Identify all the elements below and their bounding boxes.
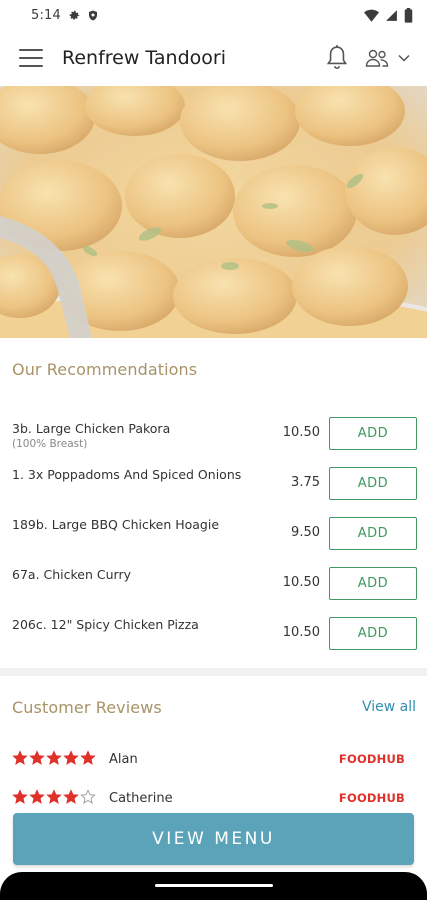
star-filled-icon — [80, 750, 96, 765]
reviews-title: Customer Reviews — [12, 698, 162, 717]
star-filled-icon — [63, 750, 79, 765]
item-price: 10.50 — [282, 575, 320, 590]
status-time: 5:14 — [31, 7, 61, 23]
add-button[interactable]: ADD — [329, 617, 417, 650]
item-name: 1. 3x Poppadoms And Spiced Onions — [12, 467, 242, 482]
battery-icon — [404, 7, 413, 23]
system-nav-bar — [0, 872, 427, 900]
review-row: Catherine FOODHUB — [0, 789, 427, 811]
list-item: 189b. Large BBQ Chicken Hoagie 9.50 ADD — [0, 515, 427, 551]
item-subtitle: (100% Breast) — [12, 438, 88, 450]
foodhub-logo: FOODHUB — [338, 791, 405, 805]
star-empty-icon — [80, 789, 96, 804]
star-filled-icon — [12, 750, 28, 765]
item-name: 67a. Chicken Curry — [12, 567, 131, 582]
wifi-icon — [364, 9, 379, 22]
review-row: Alan FOODHUB — [0, 750, 427, 772]
view-menu-button[interactable]: VIEW MENU — [13, 813, 414, 865]
item-price: 10.50 — [282, 625, 320, 640]
item-name: 3b. Large Chicken Pakora — [12, 421, 171, 436]
app-title: Renfrew Tandoori — [62, 47, 226, 69]
hamburger-menu-icon[interactable] — [19, 49, 43, 67]
profile-icon — [365, 49, 389, 67]
home-gesture-handle[interactable] — [155, 884, 273, 887]
recommendations-title: Our Recommendations — [12, 360, 198, 379]
reviewer-name: Alan — [109, 752, 138, 767]
item-price: 9.50 — [291, 525, 320, 540]
star-filled-icon — [63, 789, 79, 804]
star-filled-icon — [46, 789, 62, 804]
item-name: 206c. 12" Spicy Chicken Pizza — [12, 617, 199, 632]
add-button[interactable]: ADD — [329, 417, 417, 450]
add-button[interactable]: ADD — [329, 567, 417, 600]
list-item: 67a. Chicken Curry 10.50 ADD — [0, 565, 427, 601]
list-item: 206c. 12" Spicy Chicken Pizza 10.50 ADD — [0, 615, 427, 651]
gear-icon — [69, 10, 80, 20]
star-filled-icon — [29, 750, 45, 765]
item-price: 10.50 — [282, 425, 320, 440]
profile-menu[interactable] — [364, 48, 410, 68]
list-item: 3b. Large Chicken Pakora (100% Breast) 1… — [0, 415, 427, 451]
star-rating — [12, 750, 96, 766]
star-rating — [12, 789, 96, 805]
section-divider — [0, 668, 427, 676]
star-filled-icon — [12, 789, 28, 804]
status-bar: 5:14 — [0, 0, 427, 30]
item-price: 3.75 — [291, 475, 320, 490]
chevron-down-icon — [398, 54, 410, 62]
add-button[interactable]: ADD — [329, 467, 417, 500]
signal-icon — [386, 9, 397, 21]
list-item: 1. 3x Poppadoms And Spiced Onions 3.75 A… — [0, 465, 427, 501]
bell-icon[interactable] — [324, 44, 350, 72]
view-all-link[interactable]: View all — [362, 699, 416, 715]
star-filled-icon — [46, 750, 62, 765]
hero-food-image — [0, 86, 427, 338]
star-filled-icon — [29, 789, 45, 804]
app-bar: Renfrew Tandoori — [0, 30, 427, 86]
reviewer-name: Catherine — [109, 791, 173, 806]
shield-icon — [89, 10, 97, 20]
add-button[interactable]: ADD — [329, 517, 417, 550]
foodhub-logo: FOODHUB — [338, 752, 405, 766]
item-name: 189b. Large BBQ Chicken Hoagie — [12, 517, 220, 532]
